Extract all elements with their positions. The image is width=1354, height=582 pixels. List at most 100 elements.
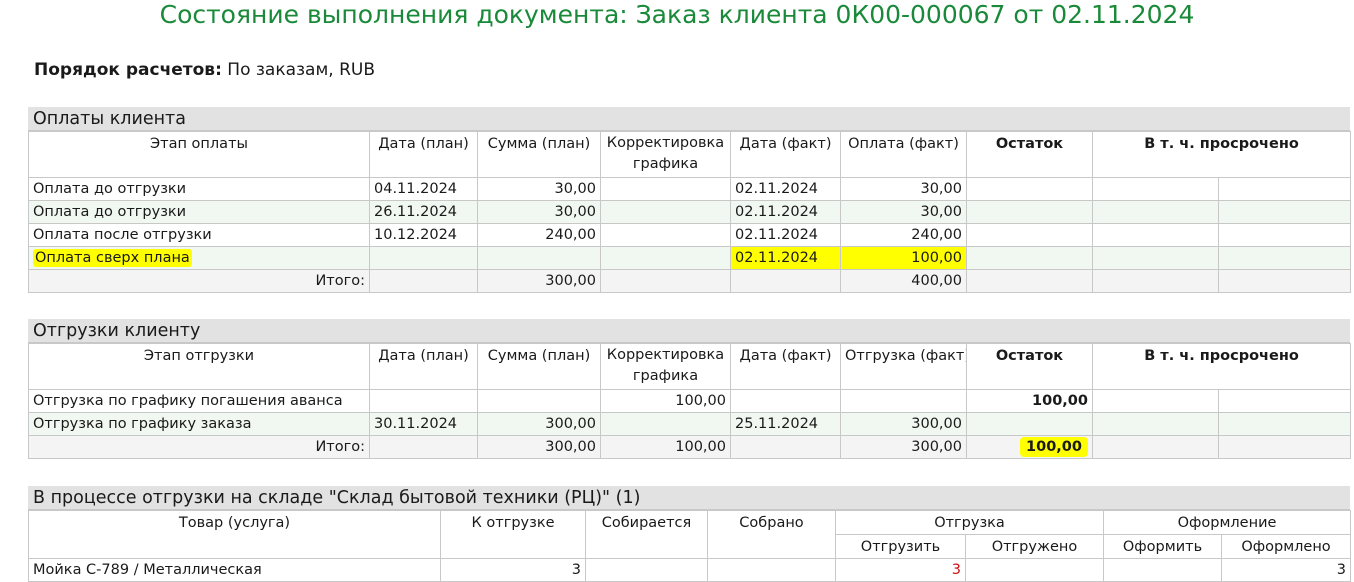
shipments-table: Этап отгрузки Дата (план) Сумма (план) К… — [28, 343, 1352, 459]
cell-correction — [600, 177, 731, 201]
table-row: Оплата до отгрузки 04.11.2024 30,00 02.1… — [28, 177, 1352, 201]
col-collecting: Собирается — [585, 510, 708, 559]
cell-fact: 300,00 — [840, 412, 967, 436]
col-payment-stage: Этап оплаты — [28, 131, 370, 178]
cell-date-plan: 10.12.2024 — [369, 223, 478, 247]
shipments-section: Отгрузки клиенту Этап отгрузки Дата (пла… — [28, 319, 1352, 459]
col-date-plan: Дата (план) — [369, 343, 478, 390]
payments-section: Оплаты клиента Этап оплаты Дата (план) С… — [28, 107, 1352, 293]
total-row: Итого: 300,00 100,00 300,00 100,00 — [28, 435, 1352, 459]
warehouse-header: В процессе отгрузки на складе "Склад быт… — [28, 486, 1350, 510]
cell-overdue-2 — [1217, 246, 1352, 270]
total-sum-plan: 300,00 — [477, 435, 601, 459]
table-row: Мойка С-789 / Металлическая 3 3 3 — [28, 558, 1351, 582]
cell-collecting — [585, 558, 708, 582]
cell-overdue-2 — [1217, 389, 1352, 413]
cell-overdue-1 — [1092, 412, 1219, 436]
col-correction: Корректировка графика — [600, 343, 731, 390]
document-title: Состояние выполнения документа: Заказ кл… — [159, 0, 1195, 29]
cell-date-plan: 26.11.2024 — [369, 200, 478, 224]
total-label: Итого: — [28, 435, 370, 459]
payments-header: Оплаты клиента — [28, 107, 1350, 131]
cell-overdue-1 — [1092, 246, 1219, 270]
cell-correction — [600, 223, 731, 247]
cell-fact: 30,00 — [840, 200, 967, 224]
total-row: Итого: 300,00 400,00 — [28, 269, 1352, 293]
col-item: Товар (услуга) — [28, 510, 441, 559]
col-papered: Оформлено — [1221, 534, 1351, 559]
cell-stage-highlighted: Оплата сверх плана — [28, 246, 370, 270]
cell-item: Мойка С-789 / Металлическая — [28, 558, 441, 582]
settlement-order: Порядок расчетов: По заказам, RUB — [34, 58, 375, 82]
cell-date-plan — [369, 246, 478, 270]
warehouse-table: Товар (услуга) К отгрузке Собирается Соб… — [28, 510, 1351, 582]
cell-stage: Отгрузка по графику погашения аванса — [28, 389, 370, 413]
cell-shipped — [965, 558, 1104, 582]
cell-sum-plan — [477, 389, 601, 413]
cell-date-fact: 02.11.2024 — [730, 177, 841, 201]
cell-overdue-2 — [1217, 412, 1352, 436]
table-row: Отгрузка по графику погашения аванса 100… — [28, 389, 1352, 413]
table-row: Оплата после отгрузки 10.12.2024 240,00 … — [28, 223, 1352, 247]
warehouse-section: В процессе отгрузки на складе "Склад быт… — [28, 486, 1351, 582]
total-remainder-cell: 100,00 — [966, 435, 1093, 459]
cell-fact — [840, 389, 967, 413]
col-date-fact: Дата (факт) — [730, 343, 841, 390]
cell-date-plan — [369, 389, 478, 413]
cell-to-ship: 3 — [440, 558, 586, 582]
cell-empty — [1217, 269, 1352, 293]
total-fact: 300,00 — [840, 435, 967, 459]
cell-collected — [707, 558, 836, 582]
col-remainder: Остаток — [966, 343, 1093, 390]
cell-correction — [600, 246, 731, 270]
cell-fact: 240,00 — [840, 223, 967, 247]
payments-table: Этап оплаты Дата (план) Сумма (план) Кор… — [28, 131, 1352, 293]
cell-overdue-1 — [1092, 223, 1219, 247]
cell-date-plan: 30.11.2024 — [369, 412, 478, 436]
cell-empty — [600, 269, 731, 293]
cell-remainder — [966, 223, 1093, 247]
col-date-fact: Дата (факт) — [730, 131, 841, 178]
col-overdue: В т. ч. просрочено — [1091, 343, 1352, 390]
total-sum-plan: 300,00 — [477, 269, 601, 293]
cell-correction — [600, 200, 731, 224]
cell-overdue-2 — [1217, 223, 1352, 247]
table-row: Оплата сверх плана 02.11.2024 100,00 — [28, 246, 1352, 270]
col-collected: Собрано — [707, 510, 836, 559]
highlight-marker: Оплата сверх плана — [33, 249, 192, 267]
total-remainder-highlighted: 100,00 — [1020, 437, 1088, 457]
cell-date-fact — [730, 389, 841, 413]
cell-overdue-1 — [1092, 200, 1219, 224]
col-paperwork-group: Оформление — [1103, 510, 1351, 535]
cell-sum-plan: 30,00 — [477, 200, 601, 224]
cell-stage: Оплата после отгрузки — [28, 223, 370, 247]
cell-ship-todo: 3 — [835, 558, 966, 582]
cell-paper-todo — [1103, 558, 1222, 582]
cell-empty — [1092, 269, 1219, 293]
cell-overdue-1 — [1092, 177, 1219, 201]
col-shipment-stage: Этап отгрузки — [28, 343, 370, 390]
col-date-plan: Дата (план) — [369, 131, 478, 178]
col-overdue: В т. ч. просрочено — [1091, 131, 1352, 178]
cell-overdue-2 — [1217, 200, 1352, 224]
col-sum-plan: Сумма (план) — [477, 343, 601, 390]
cell-remainder: 100,00 — [966, 389, 1093, 413]
total-fact: 400,00 — [840, 269, 967, 293]
cell-stage: Оплата до отгрузки — [28, 177, 370, 201]
col-ship-todo: Отгрузить — [835, 534, 966, 559]
cell-empty — [966, 269, 1093, 293]
cell-fact: 30,00 — [840, 177, 967, 201]
col-payment-fact: Оплата (факт) — [840, 131, 967, 178]
table-row: Оплата до отгрузки 26.11.2024 30,00 02.1… — [28, 200, 1352, 224]
col-shipment-fact: Отгрузка (факт) — [840, 343, 967, 390]
cell-empty — [1217, 435, 1352, 459]
cell-date-fact-highlighted: 02.11.2024 — [730, 246, 841, 270]
cell-date-fact: 02.11.2024 — [730, 223, 841, 247]
cell-date-plan: 04.11.2024 — [369, 177, 478, 201]
cell-date-fact: 02.11.2024 — [730, 200, 841, 224]
shipments-header: Отгрузки клиенту — [28, 319, 1350, 343]
cell-empty — [730, 435, 841, 459]
cell-overdue-1 — [1092, 389, 1219, 413]
cell-stage: Оплата до отгрузки — [28, 200, 370, 224]
col-sum-plan: Сумма (план) — [477, 131, 601, 178]
